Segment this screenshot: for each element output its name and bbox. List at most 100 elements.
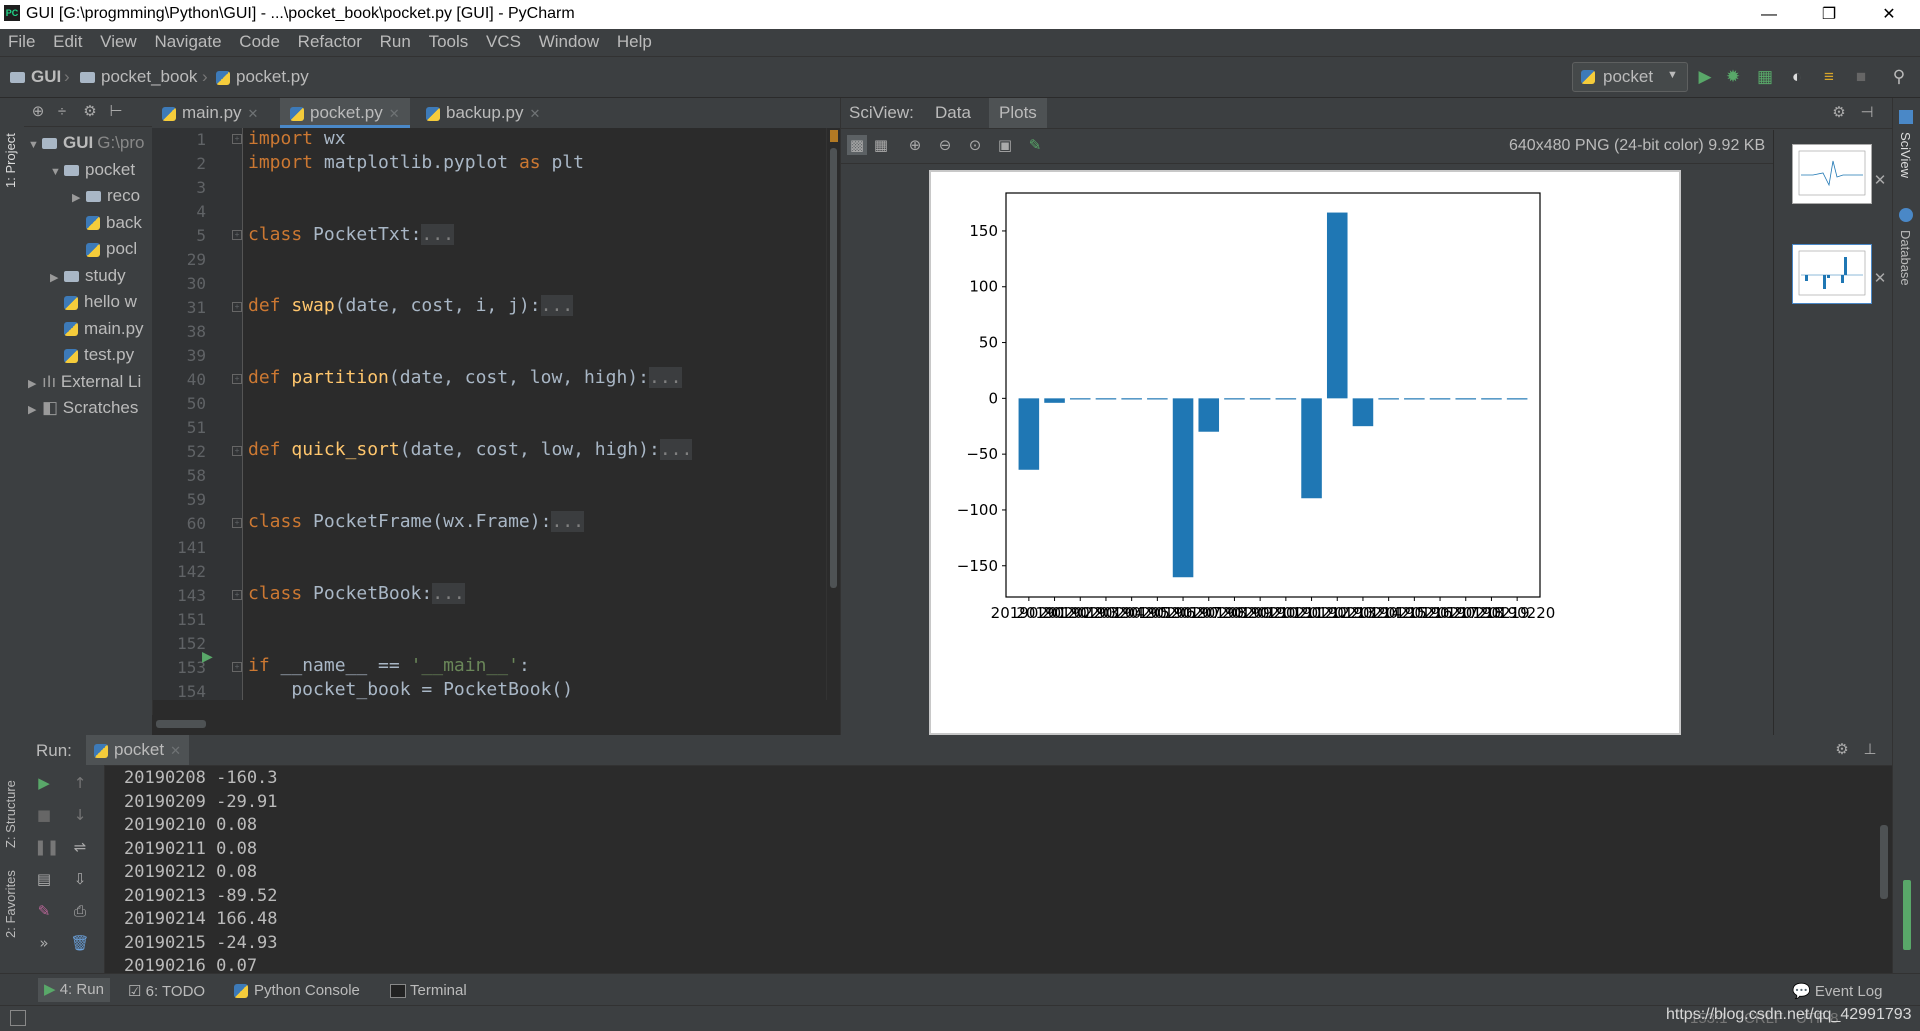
fold-toggle-icon[interactable]: + xyxy=(232,230,242,240)
collapsed-arrow-icon[interactable]: ▶ xyxy=(50,265,64,291)
zoom-in-icon[interactable]: ⊕ xyxy=(905,135,925,155)
scroll-thumb[interactable] xyxy=(830,148,837,588)
gear-icon[interactable]: ⚙ xyxy=(1832,740,1852,760)
gear-icon[interactable]: ⚙ xyxy=(1829,103,1849,123)
editor-scrollbar[interactable] xyxy=(826,128,841,700)
folded-region[interactable]: ... xyxy=(432,583,465,604)
close-button[interactable]: ✕ xyxy=(1860,0,1918,29)
down-arrow-icon[interactable]: ↓ xyxy=(70,805,90,825)
tree-item[interactable]: hello w xyxy=(50,289,137,315)
editor-horizontal-scrollbar[interactable] xyxy=(152,715,840,735)
chessboard-icon[interactable]: ▩ xyxy=(847,135,867,155)
close-thumbnail-icon[interactable]: ✕ xyxy=(1870,268,1890,288)
todo-tool-button[interactable]: ☑ 6: TODO xyxy=(128,982,205,1000)
minimize-button[interactable]: — xyxy=(1740,0,1798,29)
plot-thumbnail-1[interactable] xyxy=(1792,144,1872,204)
run-tool-button[interactable]: ▶ 4: Run xyxy=(38,978,110,1002)
terminal-tool-button[interactable]: Terminal xyxy=(390,982,467,999)
print-icon[interactable]: ⎙ xyxy=(70,901,90,921)
tree-item[interactable]: ▶ ıIı External Li xyxy=(28,369,141,395)
menu-edit[interactable]: Edit xyxy=(45,29,87,52)
warning-marker[interactable] xyxy=(830,130,838,142)
run-configuration-select[interactable]: pocket ▼ xyxy=(1572,62,1688,92)
fold-toggle-icon[interactable]: + xyxy=(232,590,242,600)
run-tab-pocket[interactable]: pocket ✕ xyxy=(86,735,189,765)
close-tab-icon[interactable]: ✕ xyxy=(389,106,400,121)
tree-item[interactable]: ▶ study xyxy=(50,263,126,289)
python-console-tool-button[interactable]: Python Console xyxy=(234,982,360,999)
coverage-icon[interactable]: ▦ xyxy=(1754,66,1776,88)
fold-toggle-icon[interactable]: + xyxy=(232,134,242,144)
fit-zoom-icon[interactable]: ▣ xyxy=(995,135,1015,155)
tree-item[interactable]: ▶ reco xyxy=(72,183,140,209)
actual-size-icon[interactable]: ⊙ xyxy=(965,135,985,155)
tree-item[interactable]: ▼ GUI G:\pro xyxy=(28,130,144,156)
collapse-all-icon[interactable]: ÷ xyxy=(52,102,72,122)
trash-icon[interactable]: 🗑 xyxy=(70,933,90,953)
folded-region[interactable]: ... xyxy=(648,367,682,388)
zoom-out-icon[interactable]: ⊖ xyxy=(935,135,955,155)
tree-item[interactable]: ▼ pocket xyxy=(50,157,135,183)
tree-item[interactable]: ▶ ◧ Scratches xyxy=(28,395,138,421)
color-picker-icon[interactable]: ✎ xyxy=(1025,135,1045,155)
sciview-tool-button[interactable]: SciView xyxy=(1898,132,1913,178)
concurrency-icon[interactable]: ≡ xyxy=(1818,66,1840,88)
menu-file[interactable]: File xyxy=(0,29,40,52)
collapsed-arrow-icon[interactable]: ▶ xyxy=(28,371,42,397)
tab-data[interactable]: Data xyxy=(935,103,971,123)
fold-toggle-icon[interactable]: + xyxy=(232,662,242,672)
tab-pocket-py[interactable]: pocket.py ✕ xyxy=(280,98,410,128)
hide-panel-icon[interactable]: ⊢ xyxy=(106,102,126,122)
close-tab-icon[interactable]: ✕ xyxy=(248,106,259,121)
run-icon[interactable]: ▶ xyxy=(1694,66,1716,88)
menu-code[interactable]: Code xyxy=(231,29,285,52)
tab-backup-py[interactable]: backup.py ✕ xyxy=(416,98,550,128)
menu-navigate[interactable]: Navigate xyxy=(146,29,226,52)
breadcrumb-pocket-book[interactable]: pocket_book xyxy=(80,67,197,87)
menu-view[interactable]: View xyxy=(92,29,142,52)
toggle-tool-windows-icon[interactable] xyxy=(10,1010,26,1026)
tree-item[interactable]: back xyxy=(72,210,142,236)
up-arrow-icon[interactable]: ↑ xyxy=(70,773,90,793)
folded-region[interactable]: ... xyxy=(551,511,584,532)
plot-thumbnail-2[interactable] xyxy=(1792,244,1872,304)
tree-item[interactable]: main.py xyxy=(50,316,144,342)
tab-plots[interactable]: Plots xyxy=(989,98,1047,128)
stop-icon[interactable]: ■ xyxy=(1850,66,1872,88)
menu-vcs[interactable]: VCS xyxy=(478,29,526,52)
fold-toggle-icon[interactable]: + xyxy=(232,374,242,384)
stop-icon[interactable]: ■ xyxy=(34,805,54,825)
database-tool-button[interactable]: Database xyxy=(1898,230,1913,286)
menu-run[interactable]: Run xyxy=(372,29,416,52)
profile-icon[interactable]: ◐ xyxy=(1786,66,1808,88)
project-tool-button[interactable]: 1: Project xyxy=(3,133,18,188)
fold-toggle-icon[interactable]: + xyxy=(232,446,242,456)
pin-icon[interactable]: ✎ xyxy=(34,901,54,921)
search-icon[interactable]: ⚲ xyxy=(1888,66,1910,88)
soft-wrap-icon[interactable]: ⇌ xyxy=(70,837,90,857)
close-tab-icon[interactable]: ✕ xyxy=(170,743,181,758)
hide-panel-icon[interactable]: ⊣ xyxy=(1857,103,1877,123)
folded-region[interactable]: ... xyxy=(659,439,693,460)
debug-icon[interactable]: ✹ xyxy=(1722,66,1744,88)
close-thumbnail-icon[interactable]: ✕ xyxy=(1870,170,1890,190)
layout-icon[interactable]: ▤ xyxy=(34,869,54,889)
console-scroll-thumb[interactable] xyxy=(1880,825,1888,899)
menu-tools[interactable]: Tools xyxy=(421,29,474,52)
collapsed-arrow-icon[interactable]: ▶ xyxy=(28,397,42,423)
favorites-tool-button[interactable]: 2: Favorites xyxy=(3,870,18,938)
scroll-to-end-icon[interactable]: ⇩ xyxy=(70,869,90,889)
tree-item[interactable]: pocl xyxy=(72,236,137,262)
fold-toggle-icon[interactable]: + xyxy=(232,518,242,528)
breadcrumb-pocket-py[interactable]: pocket.py xyxy=(216,67,309,87)
code-editor[interactable]: import wx import matplotlib.pyplot as pl… xyxy=(243,128,826,700)
more-icon[interactable]: » xyxy=(34,933,54,953)
hide-panel-icon[interactable]: ⊥ xyxy=(1860,740,1880,760)
breadcrumb-gui[interactable]: GUI xyxy=(10,67,61,87)
expanded-arrow-icon[interactable]: ▼ xyxy=(28,132,42,158)
expanded-arrow-icon[interactable]: ▼ xyxy=(50,159,64,185)
tab-main-py[interactable]: main.py ✕ xyxy=(152,98,268,128)
menu-window[interactable]: Window xyxy=(531,29,604,52)
structure-tool-button[interactable]: Z: Structure xyxy=(3,780,18,848)
close-tab-icon[interactable]: ✕ xyxy=(530,106,541,121)
